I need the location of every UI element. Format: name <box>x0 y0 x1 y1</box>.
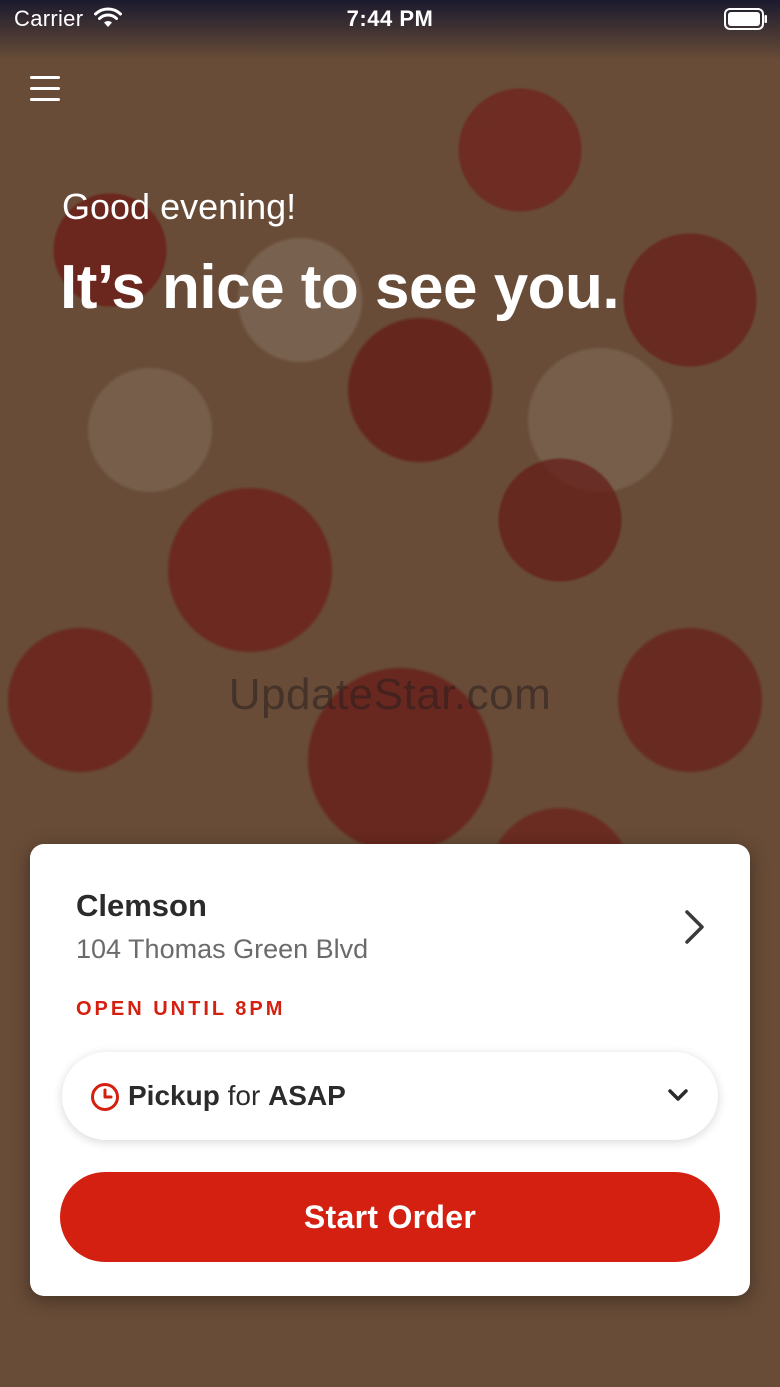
start-order-button[interactable]: Start Order <box>60 1172 720 1262</box>
store-name: Clemson <box>76 888 207 923</box>
chevron-right-icon <box>685 910 704 944</box>
watermark-text: UpdateStar.com <box>228 670 552 719</box>
order-connector: for <box>227 1080 261 1111</box>
home-screen: Carrier 7:44 PM Good evening! It’s nice … <box>0 0 780 1387</box>
order-type-dropdown[interactable]: Pickup for ASAP <box>62 1052 718 1140</box>
headline-text: It’s nice to see you. <box>60 253 620 322</box>
menu-button[interactable] <box>28 72 64 106</box>
greeting-text: Good evening! <box>62 186 297 227</box>
store-hours-status: OPEN UNTIL 8PM <box>76 998 286 1020</box>
clock-icon <box>91 1083 119 1111</box>
store-selector[interactable]: Clemson 104 Thomas Green Blvd <box>30 844 750 984</box>
status-bar: Carrier 7:44 PM <box>0 0 780 40</box>
chevron-down-icon <box>668 1089 688 1101</box>
store-card: Clemson 104 Thomas Green Blvd OPEN UNTIL… <box>30 844 750 1296</box>
order-mode: Pickup <box>128 1080 220 1111</box>
battery-icon <box>724 8 767 30</box>
order-type-label: Pickup for ASAP <box>128 1080 346 1112</box>
status-time: 7:44 PM <box>346 6 434 31</box>
store-address: 104 Thomas Green Blvd <box>76 934 369 964</box>
order-time: ASAP <box>268 1080 346 1111</box>
